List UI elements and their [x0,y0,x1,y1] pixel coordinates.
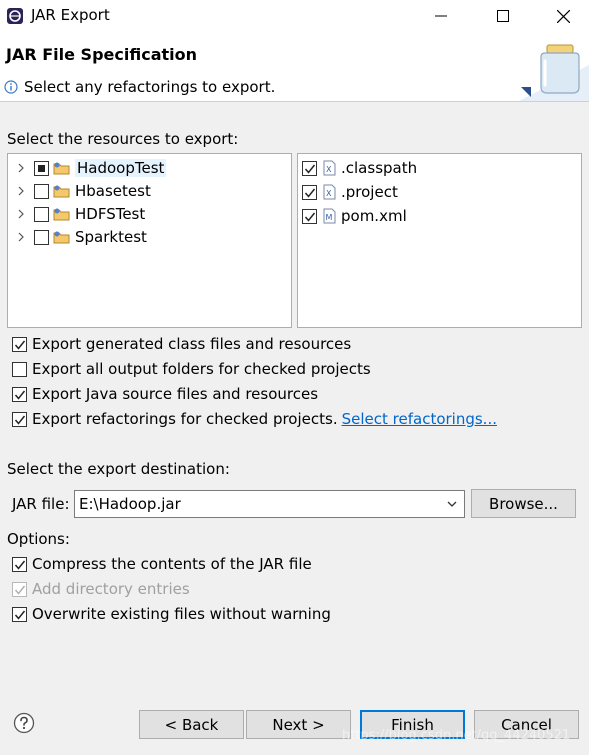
export-refactorings-checkbox[interactable] [12,411,27,427]
files-list[interactable]: X .classpath X .project M pom.xml [297,153,582,328]
tree-item-hdfstest[interactable]: HDFSTest [8,203,145,225]
tree-item-label: HDFSTest [75,205,146,223]
jar-file-label: JAR file: [12,495,70,513]
pom-checkbox[interactable] [302,208,317,224]
header-message-text: Select any refactorings to export. [24,78,276,96]
tree-item-label: HadoopTest [75,159,167,177]
compress-label: Compress the contents of the JAR file [32,555,312,573]
xml-file-icon: X [323,184,336,200]
chevron-right-icon[interactable] [16,163,26,173]
next-button[interactable]: Next > [246,710,351,739]
page-title: JAR File Specification [6,45,197,64]
chevron-right-icon[interactable] [16,232,26,242]
export-generated-class-option[interactable]: Export generated class files and resourc… [12,333,351,355]
file-item-classpath[interactable]: X .classpath [302,157,417,179]
window-title: JAR Export [31,6,110,24]
export-java-source-option[interactable]: Export Java source files and resources [12,383,318,405]
info-icon [4,80,18,94]
add-directory-option: Add directory entries [12,578,190,600]
export-refactorings-label: Export refactorings for checked projects… [32,410,338,428]
minimize-icon [435,15,447,17]
jar-export-dialog: JAR Export JAR File Specification Select… [0,0,589,755]
add-directory-checkbox [12,581,27,597]
options-label: Options: [7,530,70,548]
sparktest-checkbox[interactable] [34,229,49,245]
project-folder-icon [53,231,70,244]
browse-button[interactable]: Browse... [471,489,576,518]
tree-item-hadooptest[interactable]: HadoopTest [8,157,167,179]
export-output-folders-option[interactable]: Export all output folders for checked pr… [12,358,371,380]
classpath-checkbox[interactable] [302,160,317,176]
watermark-text: https://blog.csdn.net/qq_44240521 [342,728,571,743]
file-item-label: .project [341,183,398,201]
overwrite-checkbox[interactable] [12,606,27,622]
project-folder-icon [53,185,70,198]
maven-file-icon: M [323,208,336,224]
resources-label: Select the resources to export: [7,130,239,148]
export-java-source-label: Export Java source files and resources [32,385,319,403]
svg-text:M: M [326,213,333,222]
add-directory-label: Add directory entries [32,580,190,598]
chevron-down-icon[interactable] [446,498,458,510]
svg-text:X: X [326,189,332,198]
project-folder-icon [53,162,70,175]
title-bar: JAR Export [0,0,589,32]
eclipse-app-icon [7,8,23,24]
export-output-folders-checkbox[interactable] [12,361,27,377]
jar-banner-icon [517,39,589,101]
destination-label: Select the export destination: [7,460,230,478]
maximize-icon [497,10,509,22]
back-button[interactable]: < Back [139,710,244,739]
tree-item-label: Sparktest [75,228,147,246]
project-folder-icon [53,208,70,221]
tree-item-label: Hbasetest [75,182,151,200]
hadooptest-checkbox[interactable] [34,160,49,176]
export-refactorings-option[interactable]: Export refactorings for checked projects… [12,408,497,430]
hdfstest-checkbox[interactable] [34,206,49,222]
file-item-project[interactable]: X .project [302,181,398,203]
wizard-header: JAR File Specification Select any refact… [0,32,589,102]
jar-file-value[interactable]: E:\Hadoop.jar [79,495,181,513]
compress-checkbox[interactable] [12,556,27,572]
select-refactorings-link[interactable]: Select refactorings... [342,410,497,428]
help-icon[interactable] [13,712,35,734]
projects-tree[interactable]: HadoopTest Hbasetest HDFSTest Sparktest [7,153,292,328]
chevron-right-icon[interactable] [16,186,26,196]
hbasetest-checkbox[interactable] [34,183,49,199]
overwrite-label: Overwrite existing files without warning [32,605,331,623]
export-generated-class-checkbox[interactable] [12,336,27,352]
tree-item-sparktest[interactable]: Sparktest [8,226,147,248]
svg-text:X: X [326,165,332,174]
close-button[interactable] [540,0,586,32]
tree-item-hbasetest[interactable]: Hbasetest [8,180,151,202]
compress-option[interactable]: Compress the contents of the JAR file [12,553,312,575]
project-file-checkbox[interactable] [302,184,317,200]
export-java-source-checkbox[interactable] [12,386,27,402]
overwrite-option[interactable]: Overwrite existing files without warning [12,603,331,625]
close-icon [556,9,570,23]
chevron-right-icon[interactable] [16,209,26,219]
xml-file-icon: X [323,160,336,176]
maximize-button[interactable] [480,0,526,32]
minimize-button[interactable] [418,0,464,32]
header-message: Select any refactorings to export. [4,78,275,96]
file-item-label: pom.xml [341,207,407,225]
jar-file-combobox[interactable]: E:\Hadoop.jar [74,490,465,518]
file-item-pom[interactable]: M pom.xml [302,205,407,227]
export-output-folders-label: Export all output folders for checked pr… [32,360,371,378]
export-generated-class-label: Export generated class files and resourc… [32,335,352,353]
file-item-label: .classpath [341,159,418,177]
